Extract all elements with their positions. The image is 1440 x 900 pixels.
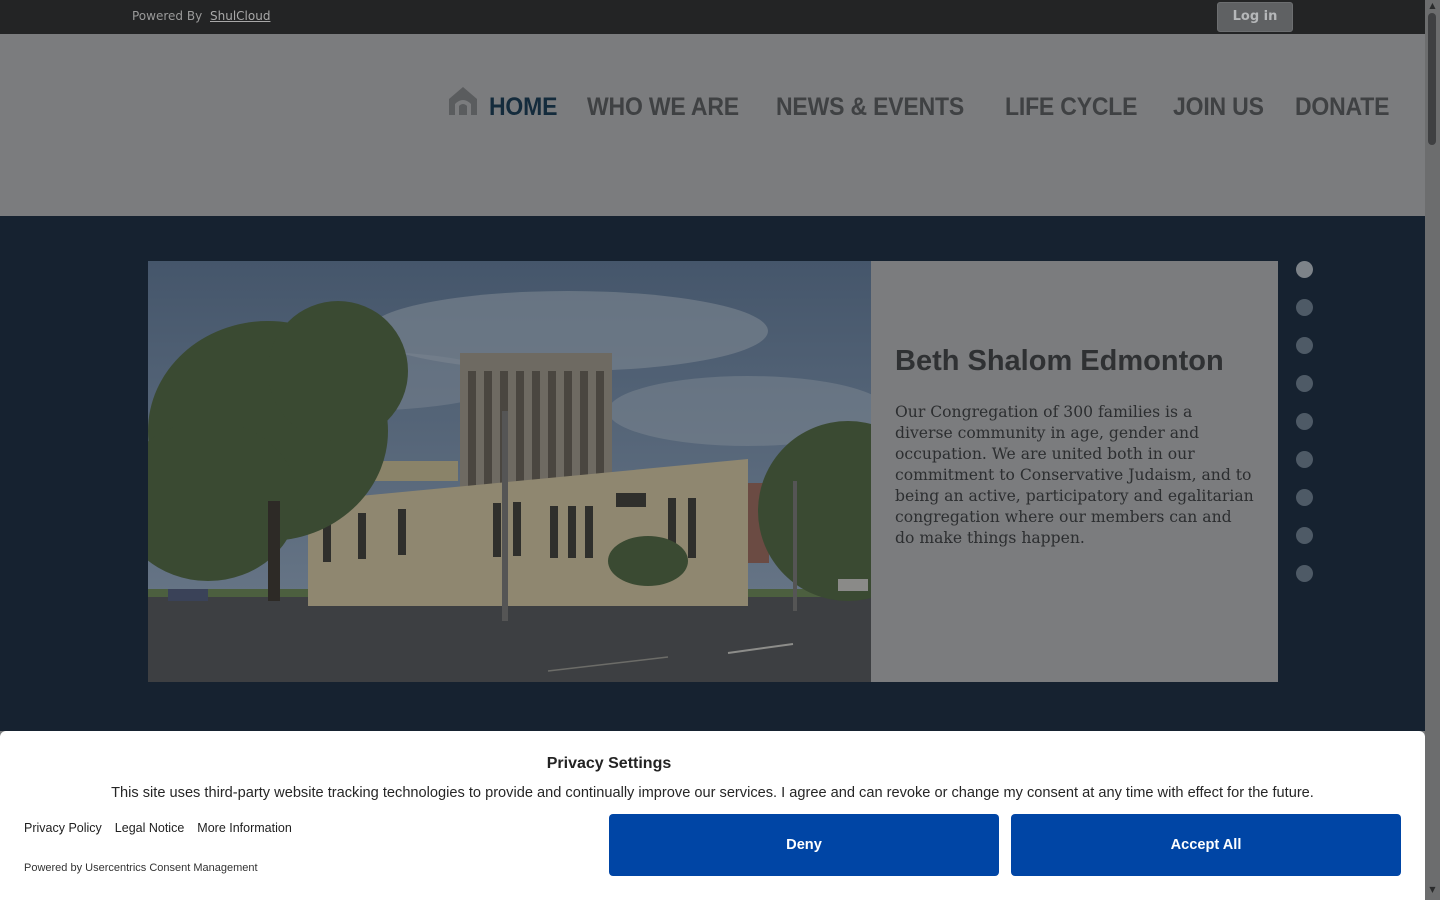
main-nav: HOME WHO WE ARE NEWS & EVENTS LIFE CYCLE… <box>446 84 1422 130</box>
synagogue-photo-image <box>148 261 871 682</box>
nav-donate[interactable]: DONATE <box>1295 93 1389 122</box>
privacy-policy-link[interactable]: Privacy Policy <box>24 821 102 835</box>
more-information-link[interactable]: More Information <box>197 821 291 835</box>
slide-dot[interactable] <box>1296 375 1313 392</box>
nav-join-us[interactable]: JOIN US <box>1173 93 1264 122</box>
page: Powered By ShulCloud Log in HOME WHO WE … <box>0 0 1440 900</box>
slide-dot[interactable] <box>1296 413 1313 430</box>
legal-notice-link[interactable]: Legal Notice <box>115 821 185 835</box>
slide-info: Beth Shalom Edmonton Our Congregation of… <box>871 261 1278 682</box>
slide-dot[interactable] <box>1296 489 1313 506</box>
shulcloud-link[interactable]: ShulCloud <box>210 9 270 23</box>
slide-dot[interactable] <box>1296 527 1313 544</box>
nav-life-cycle[interactable]: LIFE CYCLE <box>1005 93 1138 122</box>
slide-title: Beth Shalom Edmonton <box>895 345 1224 377</box>
slide-body: Our Congregation of 300 families is a di… <box>895 403 1254 547</box>
powered-by-label: Powered By <box>132 9 203 23</box>
slide-pagination <box>1296 261 1314 603</box>
scroll-down-icon[interactable]: ▼ <box>1427 885 1438 895</box>
consent-text: This site uses third-party website track… <box>111 785 1314 801</box>
privacy-consent-banner: Privacy Settings This site uses third-pa… <box>0 731 1425 900</box>
slide-dot[interactable] <box>1296 565 1313 582</box>
accept-all-button[interactable]: Accept All <box>1011 814 1401 876</box>
slide-dot[interactable] <box>1296 337 1313 354</box>
hero-slide: Beth Shalom Edmonton Our Congregation of… <box>148 261 1278 682</box>
scroll-up-icon[interactable]: ▲ <box>1427 1 1438 11</box>
slide-dot[interactable] <box>1296 261 1313 278</box>
scrollbar-thumb[interactable] <box>1428 13 1436 145</box>
powered-by: Powered By ShulCloud <box>132 9 270 23</box>
consent-powered-by: Powered by Usercentrics Consent Manageme… <box>24 862 258 874</box>
slide-dot[interactable] <box>1296 451 1313 468</box>
login-button[interactable]: Log in <box>1217 2 1293 32</box>
synagogue-photo <box>148 261 871 682</box>
consent-links: Privacy Policy Legal Notice More Informa… <box>24 821 292 835</box>
nav-home[interactable]: HOME <box>489 93 557 122</box>
synagogue-home-icon[interactable] <box>446 83 480 117</box>
nav-news-events[interactable]: NEWS & EVENTS <box>776 93 964 122</box>
top-bar: Powered By ShulCloud Log in <box>0 0 1425 34</box>
consent-title: Privacy Settings <box>546 755 672 772</box>
slide-dot[interactable] <box>1296 299 1313 316</box>
nav-who-we-are[interactable]: WHO WE ARE <box>587 93 739 122</box>
deny-button[interactable]: Deny <box>609 814 999 876</box>
